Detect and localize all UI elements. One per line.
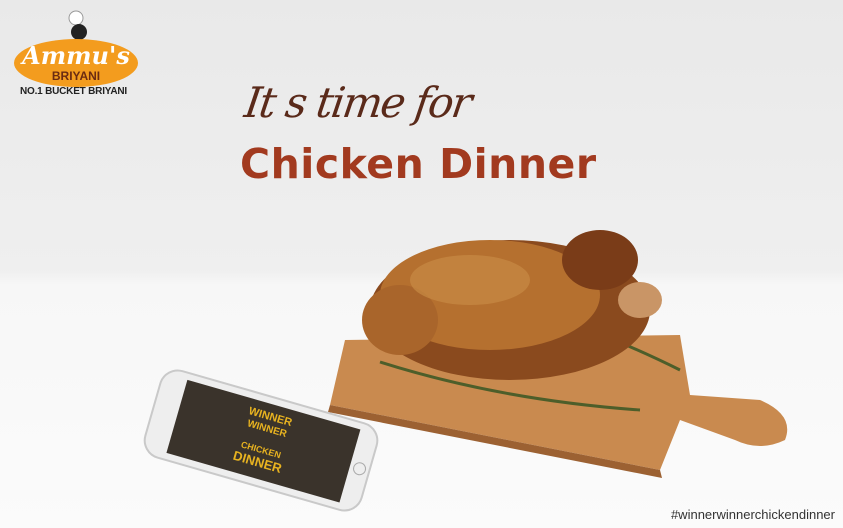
- logo-subtext: BRIYANI: [52, 69, 100, 83]
- headline-line2: Chicken Dinner: [240, 140, 597, 188]
- headline-line1: It s time for: [241, 78, 474, 127]
- logo-text: Ammu's: [20, 41, 130, 70]
- logo-graphic: Ammu's BRIYANI: [14, 10, 138, 87]
- hashtag: #winnerwinnerchickendinner: [670, 507, 835, 522]
- tagline: NO.1 BUCKET BRIYANI: [20, 86, 127, 97]
